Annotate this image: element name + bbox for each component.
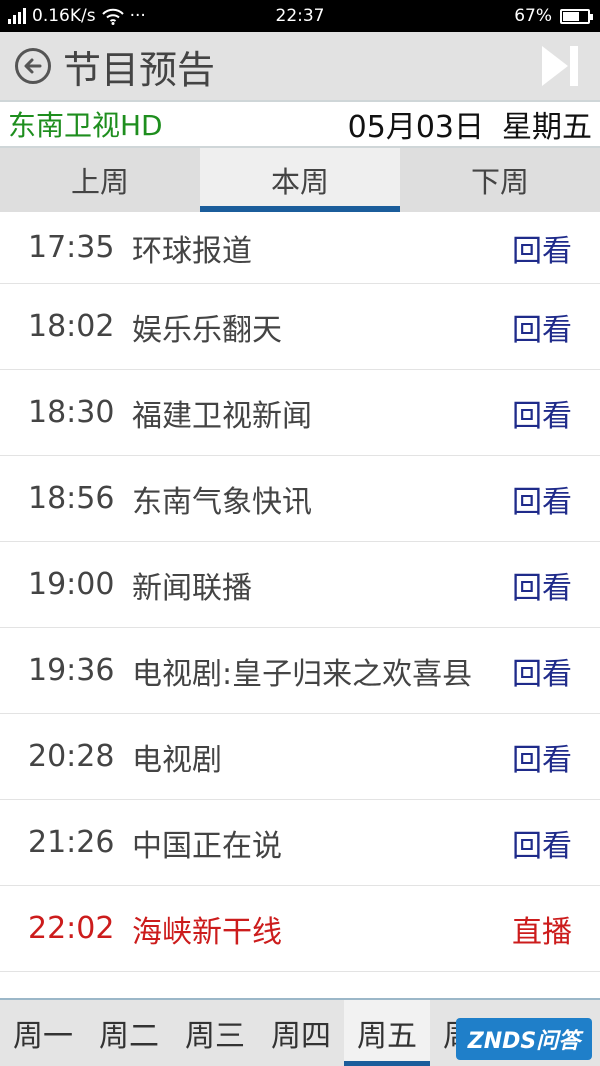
back-button[interactable]: [15, 48, 51, 84]
network-speed: 0.16K/s: [32, 6, 96, 26]
status-left: 0.16K/s ···: [0, 6, 146, 26]
tab-monday[interactable]: 周一: [0, 1000, 86, 1066]
battery-level: [563, 11, 579, 21]
replay-button[interactable]: 回看: [512, 391, 572, 435]
channel-bar: 东南卫视HD 05月03日 星期五: [0, 100, 600, 148]
program-title: 娱乐乐翻天: [132, 312, 282, 348]
replay-button[interactable]: 回看: [512, 305, 572, 349]
tab-this-week[interactable]: 本周: [200, 148, 400, 212]
program-row[interactable]: 17:35 环球报道 回看: [0, 212, 600, 284]
weekday-text: 星期五: [502, 110, 592, 145]
replay-button[interactable]: 回看: [512, 477, 572, 521]
program-row[interactable]: 18:02 娱乐乐翻天 回看: [0, 284, 600, 370]
date-display: 05月03日 星期五: [348, 102, 592, 146]
date-text: 05月03日: [347, 110, 484, 145]
replay-button[interactable]: 回看: [512, 821, 572, 865]
program-title: 电视剧: [132, 742, 222, 778]
tab-thursday[interactable]: 周四: [258, 1000, 344, 1066]
channel-name: 东南卫视HD: [8, 109, 163, 142]
tab-tuesday[interactable]: 周二: [86, 1000, 172, 1066]
week-tabs: 上周 本周 下周: [0, 148, 600, 212]
program-row[interactable]: 18:30 福建卫视新闻 回看: [0, 370, 600, 456]
program-row[interactable]: 21:26 中国正在说 回看: [0, 800, 600, 886]
battery-percent: 67%: [514, 6, 552, 26]
status-right: 67%: [514, 6, 593, 26]
znds-watermark: ZNDS问答: [456, 1018, 592, 1060]
program-time: 17:35: [28, 230, 115, 265]
program-title: 海峡新干线: [132, 914, 282, 950]
tab-last-week[interactable]: 上周: [0, 148, 200, 212]
tab-friday[interactable]: 周五: [344, 1000, 430, 1066]
title-bar: 节目预告: [0, 32, 600, 100]
back-arrow-icon: [24, 58, 42, 74]
wifi-icon: [101, 8, 124, 25]
replay-button[interactable]: 回看: [512, 735, 572, 779]
program-time: 19:00: [28, 567, 115, 602]
program-title: 新闻联播: [132, 570, 252, 606]
program-row[interactable]: 19:00 新闻联播 回看: [0, 542, 600, 628]
replay-button[interactable]: 回看: [512, 226, 572, 270]
program-time: 18:02: [28, 309, 115, 344]
program-row[interactable]: 20:28 电视剧 回看: [0, 714, 600, 800]
tab-next-week[interactable]: 下周: [400, 148, 600, 212]
program-title: 电视剧:皇子归来之欢喜县: [132, 656, 473, 692]
tab-wednesday[interactable]: 周三: [172, 1000, 258, 1066]
program-time: 22:02: [28, 911, 115, 946]
program-time: 20:28: [28, 739, 115, 774]
program-title: 东南气象快讯: [132, 484, 312, 520]
signal-icon: [8, 8, 26, 24]
program-time: 18:56: [28, 481, 115, 516]
more-notifications-icon: ···: [129, 6, 146, 26]
program-time: 18:30: [28, 395, 115, 430]
replay-button[interactable]: 回看: [512, 649, 572, 693]
replay-button[interactable]: 回看: [512, 563, 572, 607]
status-bar: 0.16K/s ··· 22:37 67%: [0, 0, 600, 32]
program-title: 福建卫视新闻: [132, 398, 312, 434]
program-title: 环球报道: [132, 233, 252, 269]
battery-icon: [560, 8, 593, 24]
program-time: 19:36: [28, 653, 115, 688]
program-row[interactable]: 18:56 东南气象快讯 回看: [0, 456, 600, 542]
program-row[interactable]: 19:36 电视剧:皇子归来之欢喜县 回看: [0, 628, 600, 714]
live-button[interactable]: 直播: [512, 907, 572, 951]
program-list[interactable]: 17:35 环球报道 回看 18:02 娱乐乐翻天 回看 18:30 福建卫视新…: [0, 212, 600, 998]
program-row-live[interactable]: 22:02 海峡新干线 直播: [0, 886, 600, 972]
program-time: 21:26: [28, 825, 115, 860]
page-title: 节目预告: [63, 47, 216, 92]
skip-forward-button[interactable]: [542, 46, 578, 86]
program-title: 中国正在说: [132, 828, 282, 864]
